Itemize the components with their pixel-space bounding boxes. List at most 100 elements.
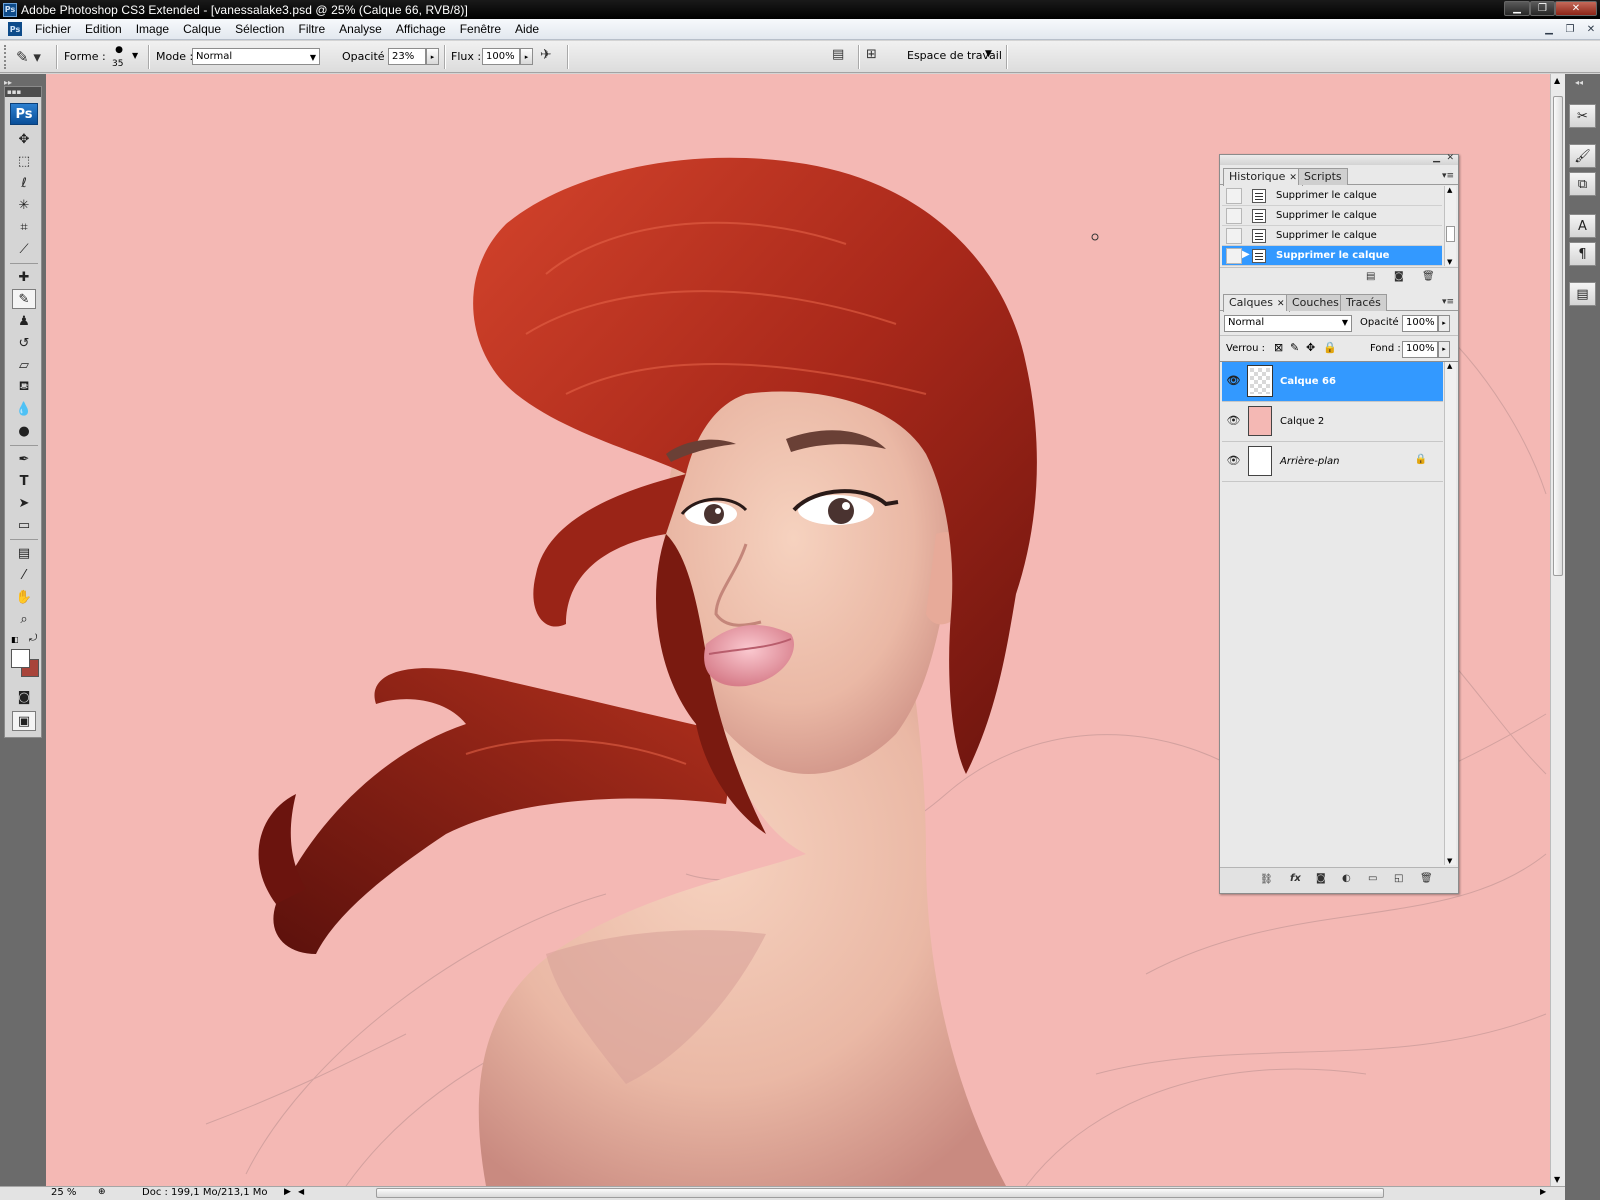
lock-all-icon[interactable]: 🔒: [1323, 341, 1337, 354]
photoshop-logo[interactable]: Ps: [10, 103, 38, 125]
zoom-tool-icon[interactable]: ⌕: [12, 609, 36, 629]
adjustment-icon[interactable]: ◐: [1342, 873, 1351, 884]
paint-bucket-tool-icon[interactable]: ⛾: [12, 377, 36, 397]
tab-couches[interactable]: Couches: [1286, 294, 1345, 311]
status-menu-arrow-icon[interactable]: ▶: [284, 1187, 291, 1197]
close-icon[interactable]: ✕: [1555, 1, 1597, 16]
foreground-color-swatch[interactable]: [11, 649, 30, 668]
new-layer-icon[interactable]: ◱: [1394, 873, 1403, 884]
healing-brush-tool-icon[interactable]: ✚: [12, 267, 36, 287]
scroll-up-icon[interactable]: ▲: [1447, 362, 1452, 370]
menu-aide[interactable]: Aide: [508, 19, 546, 40]
layer-row-calque-66[interactable]: 👁 Calque 66: [1222, 362, 1443, 402]
tab-close-icon[interactable]: ✕: [1289, 173, 1297, 183]
flux-slider-icon[interactable]: ▸: [520, 48, 533, 65]
layer-row-arriere-plan[interactable]: 👁 Arrière-plan 🔒: [1222, 442, 1443, 482]
panel-menu-icon[interactable]: ▾≡: [1442, 297, 1454, 307]
history-snapshot-checkbox[interactable]: [1226, 248, 1242, 264]
history-state[interactable]: Supprimer le calque: [1222, 226, 1442, 246]
trash-icon[interactable]: 🗑: [1422, 271, 1435, 282]
airbrush-icon[interactable]: ✈: [540, 47, 562, 67]
shape-tool-icon[interactable]: ▭: [12, 515, 36, 535]
folder-icon[interactable]: ▭: [1368, 873, 1377, 884]
panel-menu-icon[interactable]: ▾≡: [1442, 171, 1454, 181]
dodge-tool-icon[interactable]: ●: [12, 421, 36, 441]
layer-opacity-slider-icon[interactable]: ▸: [1438, 315, 1450, 332]
mask-icon[interactable]: ◙: [1316, 873, 1326, 884]
menu-fenetre[interactable]: Fenêtre: [453, 19, 508, 40]
scroll-down-icon[interactable]: ▼: [1447, 857, 1452, 865]
vertical-scroll-thumb[interactable]: [1553, 96, 1563, 576]
paragraph-icon[interactable]: ¶: [1569, 242, 1596, 266]
photoshop-app-icon[interactable]: Ps: [3, 2, 17, 17]
doc-restore-icon[interactable]: ❐: [1562, 22, 1578, 37]
brush-tip-icon[interactable]: ●: [112, 45, 126, 59]
magic-wand-tool-icon[interactable]: ✳: [12, 195, 36, 215]
fx-icon[interactable]: fx: [1290, 873, 1301, 884]
document-menu-icon[interactable]: Ps: [8, 22, 22, 36]
opacity-field[interactable]: 23%: [388, 48, 426, 65]
menu-calque[interactable]: Calque: [176, 19, 228, 40]
brush-tool-icon[interactable]: ✎: [12, 289, 36, 309]
lasso-tool-icon[interactable]: ℓ: [12, 173, 36, 193]
vertical-scrollbar[interactable]: ▲ ▼: [1550, 74, 1565, 1186]
history-snapshot-checkbox[interactable]: [1226, 228, 1242, 244]
restore-icon[interactable]: ❐: [1530, 1, 1555, 16]
link-icon[interactable]: ⛓: [1260, 874, 1273, 885]
tab-calques[interactable]: Calques ✕: [1223, 294, 1291, 312]
history-snapshot-checkbox[interactable]: [1226, 188, 1242, 204]
default-colors-icon[interactable]: ◧: [11, 635, 19, 644]
mode-select[interactable]: Normal ▼: [192, 48, 320, 65]
flux-field[interactable]: 100%: [482, 48, 520, 65]
scroll-left-icon[interactable]: ◀: [298, 1187, 304, 1196]
tab-historique[interactable]: Historique ✕: [1223, 168, 1303, 186]
history-scroll-thumb[interactable]: [1446, 226, 1455, 242]
layer-name[interactable]: Calque 2: [1280, 416, 1324, 427]
history-scrollbar[interactable]: ▲ ▼: [1444, 186, 1456, 266]
brush-picker-arrow-icon[interactable]: ▼: [132, 51, 138, 60]
lock-position-icon[interactable]: ✥: [1306, 341, 1315, 354]
marquee-tool-icon[interactable]: ⬚: [12, 151, 36, 171]
lock-image-icon[interactable]: ✎: [1290, 341, 1299, 354]
pen-tool-icon[interactable]: ✒: [12, 449, 36, 469]
menu-image[interactable]: Image: [129, 19, 176, 40]
history-snapshot-checkbox[interactable]: [1226, 208, 1242, 224]
brushes-icon[interactable]: 🖌: [1569, 144, 1596, 168]
horizontal-scroll-thumb[interactable]: [376, 1188, 1384, 1198]
document-info[interactable]: Doc : 199,1 Mo/213,1 Mo: [142, 1187, 268, 1198]
screen-mode-icon[interactable]: ▣: [12, 711, 36, 731]
status-options-icon[interactable]: ⊕: [98, 1187, 106, 1197]
history-state[interactable]: Supprimer le calque: [1222, 186, 1442, 206]
scroll-down-icon[interactable]: ▼: [1447, 258, 1452, 266]
slice-tool-icon[interactable]: ⟋: [12, 239, 36, 259]
eye-icon[interactable]: 👁: [1225, 452, 1242, 469]
history-state-selected[interactable]: ▶ Supprimer le calque: [1222, 246, 1442, 266]
blend-mode-select[interactable]: Normal ▼: [1224, 315, 1352, 332]
menu-affichage[interactable]: Affichage: [389, 19, 453, 40]
move-tool-icon[interactable]: ✥: [12, 129, 36, 149]
history-state[interactable]: Supprimer le calque: [1222, 206, 1442, 226]
quick-mask-icon[interactable]: ◙: [12, 687, 36, 707]
eraser-tool-icon[interactable]: ▱: [12, 355, 36, 375]
clone-stamp-tool-icon[interactable]: ♟: [12, 311, 36, 331]
tool-presets-icon[interactable]: ✂: [1569, 104, 1596, 128]
palette-well-icon[interactable]: ▤: [832, 47, 850, 65]
minimize-icon[interactable]: ▁: [1504, 1, 1530, 16]
lock-transparency-icon[interactable]: ⊠: [1274, 341, 1283, 354]
menu-edition[interactable]: Edition: [78, 19, 129, 40]
blur-tool-icon[interactable]: 💧: [12, 399, 36, 419]
doc-close-icon[interactable]: ✕: [1583, 22, 1599, 37]
doc-minimize-icon[interactable]: ▁: [1541, 22, 1557, 37]
tab-close-icon[interactable]: ✕: [1277, 299, 1285, 309]
swap-colors-icon[interactable]: ⤾: [29, 633, 37, 644]
tab-scripts[interactable]: Scripts: [1298, 168, 1348, 185]
scroll-up-icon[interactable]: ▲: [1447, 186, 1452, 194]
hand-tool-icon[interactable]: ✋: [12, 587, 36, 607]
scroll-right-icon[interactable]: ▶: [1540, 1187, 1546, 1196]
panel-title-bar[interactable]: ▁ ✕: [1220, 153, 1458, 165]
eye-icon[interactable]: 👁: [1225, 372, 1242, 389]
new-snapshot-icon[interactable]: ◙: [1394, 271, 1404, 282]
scroll-up-icon[interactable]: ▲: [1554, 76, 1560, 85]
fill-field[interactable]: 100%: [1402, 341, 1438, 358]
toolbox-grip[interactable]: ▪▪▪: [5, 87, 41, 97]
